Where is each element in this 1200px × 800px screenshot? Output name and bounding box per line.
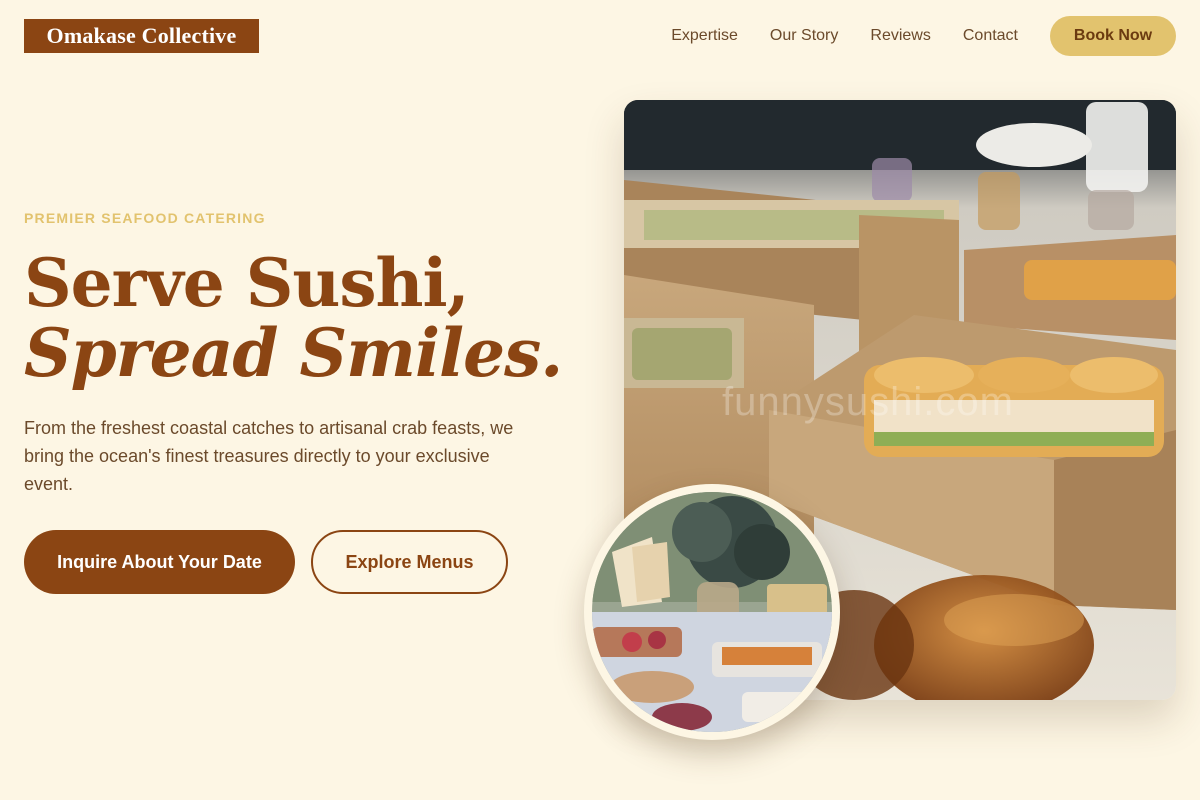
inquire-button[interactable]: Inquire About Your Date	[24, 530, 295, 594]
explore-menus-button[interactable]: Explore Menus	[311, 530, 508, 594]
headline-line-1: Serve Sushi,	[24, 244, 470, 322]
hero-headline: Serve Sushi, Spread Smiles.	[24, 244, 563, 392]
brand-logo[interactable]: Omakase Collective	[24, 19, 259, 53]
headline-line-2: Spread Smiles.	[24, 314, 563, 392]
book-now-button[interactable]: Book Now	[1050, 16, 1176, 56]
hero-eyebrow: PREMIER SEAFOOD CATERING	[24, 210, 266, 226]
nav-link-expertise[interactable]: Expertise	[671, 27, 738, 45]
hero-description: From the freshest coastal catches to art…	[24, 418, 514, 494]
main-nav: Expertise Our Story Reviews Contact Book…	[671, 16, 1176, 56]
buffet-table-photo	[592, 492, 832, 732]
nav-link-our-story[interactable]: Our Story	[770, 27, 838, 45]
buffet-table-photo-frame	[584, 484, 840, 740]
nav-link-reviews[interactable]: Reviews	[870, 27, 930, 45]
nav-link-contact[interactable]: Contact	[963, 27, 1018, 45]
